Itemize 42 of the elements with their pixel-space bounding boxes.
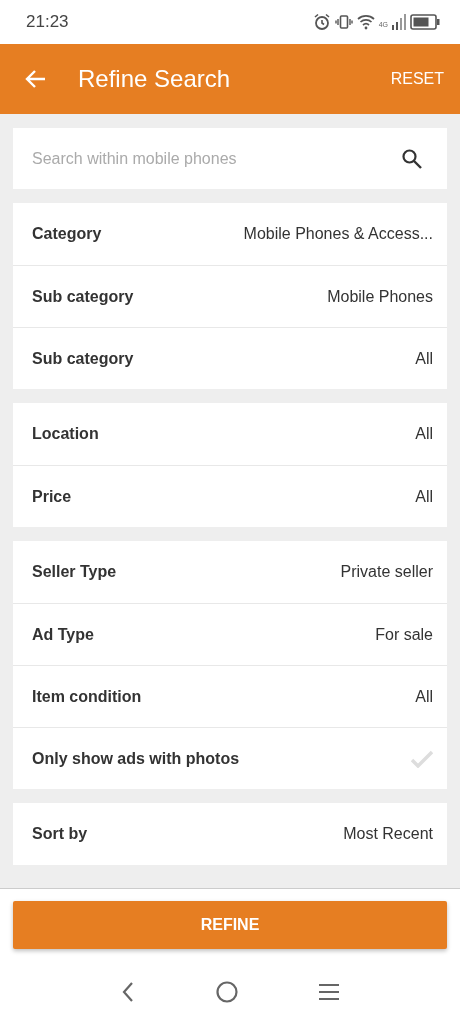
- back-nav-icon[interactable]: [120, 980, 136, 1004]
- filter-row[interactable]: Price All: [13, 465, 447, 527]
- filter-value: All: [415, 424, 433, 444]
- filter-label: Only show ads with photos: [32, 748, 240, 769]
- filter-row[interactable]: Sub category All: [13, 327, 447, 389]
- home-icon[interactable]: [216, 981, 238, 1003]
- wifi-icon: [356, 14, 375, 30]
- filter-label: Sub category: [32, 348, 134, 369]
- checkmark-icon[interactable]: [411, 749, 433, 768]
- filter-row[interactable]: Sort by Most Recent: [13, 803, 447, 865]
- filter-label: Seller Type: [32, 562, 117, 582]
- alarm-icon: [312, 13, 331, 31]
- filter-label: Item condition: [32, 686, 142, 707]
- battery-icon: [410, 14, 440, 30]
- filter-label: Sort by: [32, 824, 88, 844]
- filter-row[interactable]: Sub category Mobile Phones: [13, 265, 447, 327]
- filter-row[interactable]: Location All: [13, 403, 447, 465]
- filter-label: Price: [32, 486, 72, 507]
- filter-row[interactable]: Item condition All: [13, 665, 447, 727]
- page-title: Refine Search: [78, 64, 231, 94]
- menu-icon[interactable]: [318, 983, 340, 1001]
- filter-value: For sale: [375, 624, 433, 645]
- filter-row[interactable]: Ad Type For sale: [13, 603, 447, 665]
- search-field[interactable]: Search within mobile phones: [13, 128, 447, 189]
- filter-value: Private seller: [340, 562, 433, 582]
- filter-label: Category: [32, 224, 102, 244]
- filter-row[interactable]: Category Mobile Phones & Access...: [13, 203, 447, 265]
- filter-row[interactable]: Only show ads with photos: [13, 727, 447, 789]
- search-icon[interactable]: [401, 148, 423, 170]
- filter-value: All: [415, 686, 433, 707]
- filter-label: Ad Type: [32, 624, 94, 645]
- filter-label: Location: [32, 424, 99, 444]
- filter-value: All: [415, 348, 433, 369]
- signal-icon: [392, 14, 406, 30]
- filter-value: All: [415, 486, 433, 507]
- vibrate-icon: [334, 13, 353, 31]
- filter-value: Mobile Phones: [327, 286, 433, 307]
- status-time: 21:23: [26, 11, 69, 34]
- filter-value: Most Recent: [343, 824, 433, 844]
- filter-row[interactable]: Seller Type Private seller: [13, 541, 447, 603]
- filter-label: Sub category: [32, 286, 134, 307]
- filter-value: Mobile Phones & Access...: [243, 224, 433, 244]
